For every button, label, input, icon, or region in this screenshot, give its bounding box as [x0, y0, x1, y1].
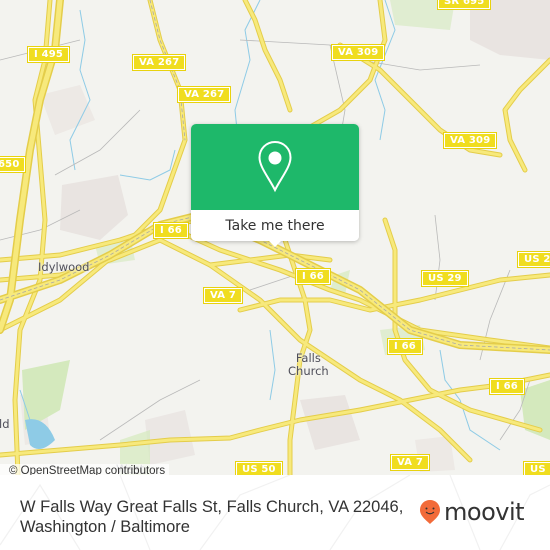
moovit-logo: moovit	[419, 498, 525, 526]
map-pin-icon	[258, 140, 292, 193]
map-attribution[interactable]: © OpenStreetMap contributors	[0, 464, 170, 475]
brand-name: moovit	[444, 498, 525, 526]
road-shield-us50: US 50	[235, 461, 283, 475]
footer: W Falls Way Great Falls St, Falls Church…	[0, 475, 550, 550]
moovit-pin-icon	[420, 500, 440, 524]
place-label-idylwood: Idylwood	[38, 260, 90, 274]
road-shield-i66: I 66	[489, 378, 525, 395]
road-shield-sr: SR 695	[436, 0, 492, 10]
address-line: W Falls Way Great Falls St, Falls Church…	[20, 498, 404, 516]
road-shield-i66: I 66	[387, 338, 423, 355]
location-popup: Take me there	[191, 124, 359, 247]
road-shield-i66: I 66	[295, 268, 331, 285]
popup-pointer	[268, 240, 282, 247]
lake	[25, 419, 55, 449]
road-shield-va7: VA 7	[202, 287, 244, 304]
road-shield-va309: VA 309	[442, 132, 498, 149]
road-shield-va267: VA 267	[131, 54, 187, 71]
road-shield-650: 650	[0, 156, 27, 173]
place-label-line: Church	[288, 364, 329, 378]
address-line: Washington / Baltimore	[20, 518, 190, 536]
road-shield-va267: VA 267	[176, 86, 232, 103]
take-me-there-button[interactable]: Take me there	[191, 210, 359, 241]
address-text: W Falls Way Great Falls St, Falls Church…	[20, 497, 420, 537]
road-shield-va309: VA 309	[330, 44, 386, 61]
road-shield-us29: US 29	[517, 251, 550, 268]
road-shield-i495: I 495	[26, 46, 71, 63]
place-label-falls-church: Falls Church	[288, 352, 329, 378]
road-shield-us50: US 50	[523, 461, 550, 475]
road-shield-va7: VA 7	[389, 454, 431, 471]
place-label-edge: ld	[0, 417, 10, 431]
popup-header	[191, 124, 359, 210]
road-shield-i66: I 66	[153, 222, 189, 239]
map-view[interactable]: I 495 VA 267 VA 267 VA 309 VA 309 SR 695…	[0, 0, 550, 475]
road-shield-us29: US 29	[421, 270, 469, 287]
